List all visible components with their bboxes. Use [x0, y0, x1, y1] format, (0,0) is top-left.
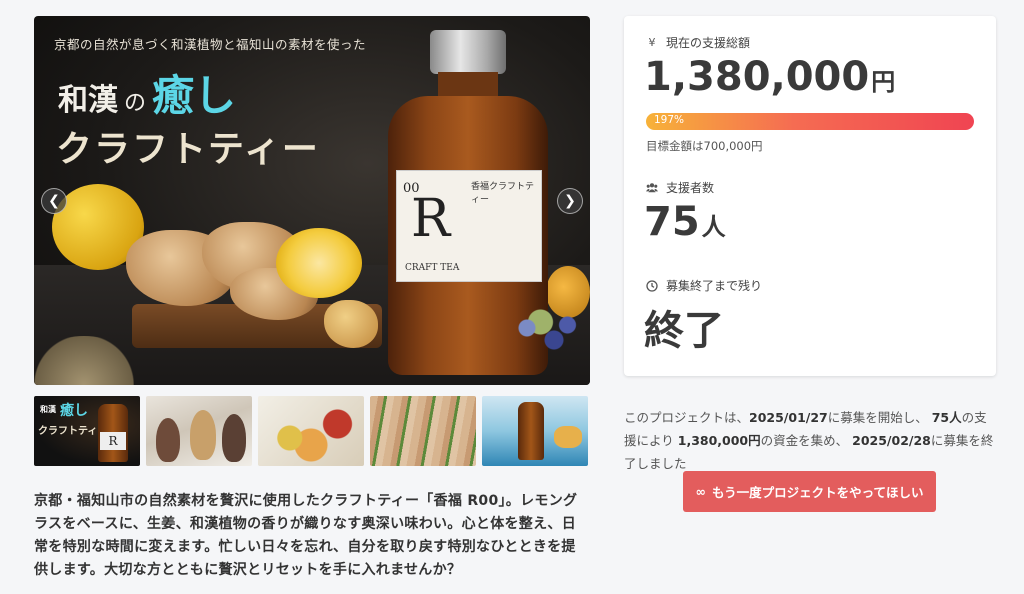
- backers-count: 75人: [644, 199, 726, 245]
- remaining-label-row: 募集終了まで残り: [646, 277, 762, 294]
- hero-title-no: の: [124, 91, 147, 116]
- hero-subtitle: 京都の自然が息づく和漢植物と福知山の素材を使った: [54, 37, 367, 52]
- bottle-cap: [430, 30, 506, 74]
- thumbnail-caption-line2: クラフトティー: [38, 426, 108, 437]
- thumbnail-caption: 和漢: [40, 405, 56, 414]
- person-image: [190, 410, 216, 460]
- carousel-next-button[interactable]: ❯: [557, 188, 583, 214]
- project-summary: このプロジェクトは、2025/01/27に募集を開始し、 75人の支援により 1…: [624, 406, 996, 475]
- bottle-label-brand: CRAFT TEA: [405, 263, 460, 273]
- thumbnail-strip: 和漢 癒し クラフトティー R: [34, 396, 590, 466]
- bottle-image: [518, 402, 544, 460]
- total-amount: 1,380,000円: [644, 54, 895, 100]
- project-description: 京都・福知山市の自然素材を贅沢に使用したクラフトティー「香福 R00」。レモング…: [34, 493, 578, 578]
- funding-stats-card: ¥ 現在の支援総額 1,380,000円 197% 目標金額は700,000円 …: [624, 16, 996, 376]
- total-amount-label: 現在の支援総額: [666, 36, 751, 50]
- chevron-left-icon: ❮: [48, 193, 60, 209]
- hero-title-emphasis: 癒し: [152, 71, 237, 120]
- thumbnail-caption-emphasis: 癒し: [60, 403, 88, 419]
- total-amount-label-row: ¥ 現在の支援総額: [646, 34, 751, 51]
- ginger-image: [554, 426, 582, 448]
- summary-text: このプロジェクトは、: [624, 410, 750, 425]
- main-project-image: 京都の自然が息づく和漢植物と福知山の素材を使った 和漢の癒し クラフトティー 0…: [34, 16, 590, 385]
- thumbnail-2[interactable]: [146, 396, 252, 466]
- backers-value: 75: [644, 199, 700, 245]
- goal-amount: 目標金額は700,000円: [646, 139, 763, 153]
- thumbnail-5[interactable]: [482, 396, 588, 466]
- lemon-slice-image: [276, 228, 362, 298]
- chevron-right-icon: ❯: [564, 193, 576, 209]
- dried-herbs-image: [34, 336, 134, 385]
- infinity-icon: ∞: [695, 484, 706, 499]
- remaining-label: 募集終了まで残り: [666, 279, 763, 293]
- total-amount-value: 1,380,000: [644, 54, 870, 100]
- thumbnail-4[interactable]: [370, 396, 476, 466]
- person-image: [156, 418, 180, 462]
- berries-image: [500, 304, 590, 364]
- summary-text: の資金を集め、: [760, 433, 849, 448]
- summary-backers: 75人: [931, 410, 962, 425]
- clock-icon: [646, 279, 658, 292]
- yen-icon: ¥: [648, 36, 656, 49]
- carousel-prev-button[interactable]: ❮: [41, 188, 67, 214]
- funding-progress-bar: 197%: [646, 113, 974, 130]
- summary-text: に募集を開始し、: [827, 410, 928, 425]
- bottle-label-jp: 香福クラフトティー: [471, 182, 535, 205]
- total-amount-unit: 円: [871, 68, 896, 96]
- request-encore-button[interactable]: ∞ もう一度プロジェクトをやってほしい: [683, 471, 936, 512]
- hero-title: 和漢の癒し: [58, 62, 236, 123]
- summary-amount: 1,380,000円: [677, 433, 761, 448]
- bottle-label-letter: R: [411, 189, 451, 249]
- bottle-label: 00 R 香福クラフトティー CRAFT TEA: [396, 170, 542, 282]
- hero-title-line2: クラフトティー: [56, 129, 320, 170]
- thumbnail-3[interactable]: [258, 396, 364, 466]
- thumbnail-1[interactable]: 和漢 癒し クラフトティー R: [34, 396, 140, 466]
- progress-percent: 197%: [654, 114, 685, 126]
- backers-label-row: 支援者数: [646, 179, 714, 196]
- summary-end-date: 2025/02/28: [852, 433, 931, 448]
- remaining-value: 終了: [644, 308, 724, 354]
- summary-start-date: 2025/01/27: [749, 410, 828, 425]
- backers-unit: 人: [701, 213, 726, 241]
- bottle-label: R: [100, 432, 126, 450]
- backers-label: 支援者数: [666, 181, 715, 195]
- users-icon: [646, 182, 658, 194]
- request-encore-label: もう一度プロジェクトをやってほしい: [711, 485, 924, 500]
- person-image: [222, 414, 246, 462]
- hero-title-part1: 和漢: [58, 83, 118, 118]
